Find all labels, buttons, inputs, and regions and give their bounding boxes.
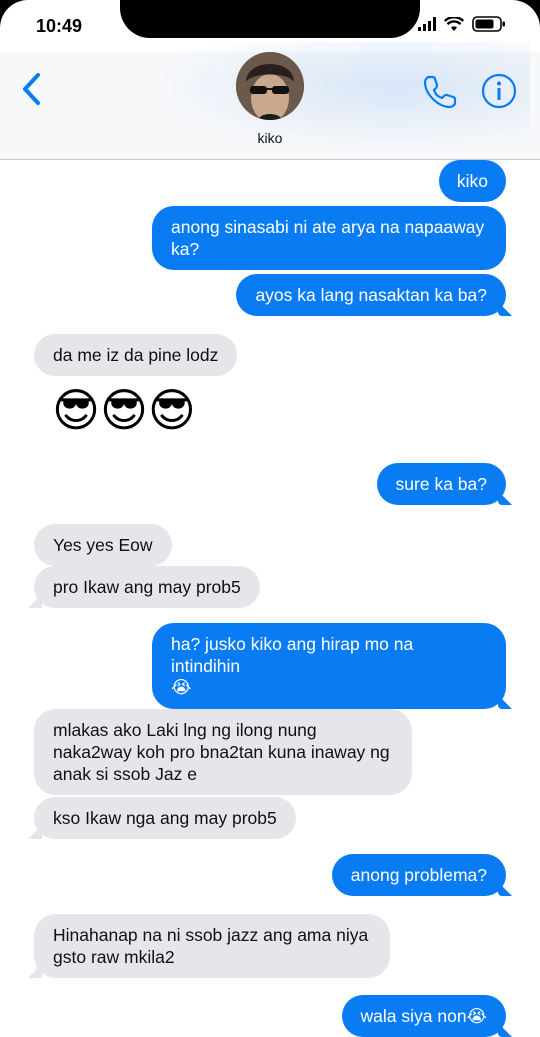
message-sent[interactable]: wala siya non😭 (341, 995, 506, 1037)
message-sent[interactable]: ayos ka lang nasaktan ka ba? (236, 274, 506, 316)
message-received[interactable]: Hinahanap na ni ssob jazz ang ama niya g… (34, 914, 390, 978)
message-text: Hinahanap na ni ssob jazz ang ama niya (53, 925, 369, 945)
message-text: pro Ikaw ang may prob5 (53, 577, 241, 597)
message-received[interactable]: kso Ikaw nga ang may prob5 (34, 797, 296, 839)
message-text: sure ka ba? (395, 474, 487, 494)
messages-screen: 10:49 kiko kiko anong sinasabi ni ate ar… (0, 0, 540, 1037)
message-text: gsto raw mkila2 (53, 947, 175, 967)
signal-icon (418, 17, 436, 31)
message-text: 😭 (171, 678, 192, 698)
message-sent[interactable]: kiko (438, 160, 506, 202)
status-time: 10:49 (36, 16, 83, 36)
info-icon[interactable] (481, 73, 517, 109)
message-text: mlakas ako Laki lng ng ilong nung (53, 720, 317, 740)
message-text: ha? jusko kiko ang hirap mo na intindihi… (171, 634, 414, 676)
message-thread: kiko anong sinasabi ni ate arya na napaa… (0, 160, 540, 1037)
message-sent[interactable]: ha? jusko kiko ang hirap mo na intindihi… (152, 623, 506, 709)
message-sent[interactable]: sure ka ba? (376, 463, 506, 505)
contact-name[interactable]: kiko (0, 130, 540, 146)
message-text: kiko (456, 171, 488, 191)
message-text: anong problema? (350, 865, 487, 885)
message-text: ayos ka lang nasaktan ka ba? (255, 285, 487, 305)
message-text: anong sinasabi ni ate arya na napaaway (171, 217, 485, 237)
message-text: da me iz da pine lodz (53, 345, 219, 365)
message-text: wala siya non😭 (360, 1006, 487, 1026)
contact-avatar[interactable] (236, 52, 304, 120)
wifi-icon (444, 16, 464, 31)
message-sent[interactable]: anong problema? (331, 854, 506, 896)
message-received[interactable]: pro Ikaw ang may prob5 (34, 566, 260, 608)
message-sent[interactable]: anong sinasabi ni ate arya na napaaway k… (152, 206, 506, 270)
message-text: naka2way koh pro bna2tan kuna inaway ng (53, 742, 390, 762)
message-received[interactable]: da me iz da pine lodz (34, 334, 238, 376)
emoji-message[interactable]: 😎😎😎 (52, 384, 196, 436)
message-text: Yes yes Eow (53, 535, 153, 555)
message-received[interactable]: Yes yes Eow (34, 524, 172, 566)
device-notch (120, 0, 420, 38)
conversation-header: kiko (0, 42, 540, 160)
message-received[interactable]: mlakas ako Laki lng ng ilong nung naka2w… (34, 709, 412, 795)
back-chevron-icon[interactable] (18, 70, 48, 110)
avatar-photo (236, 52, 304, 120)
message-text: ka? (171, 239, 200, 259)
message-text: anak si ssob Jaz e (53, 764, 197, 784)
battery-icon (472, 16, 505, 32)
message-text: kso Ikaw nga ang may prob5 (53, 808, 277, 828)
phone-icon[interactable] (420, 72, 460, 112)
status-icons (418, 16, 506, 32)
status-bar: 10:49 (0, 0, 540, 52)
